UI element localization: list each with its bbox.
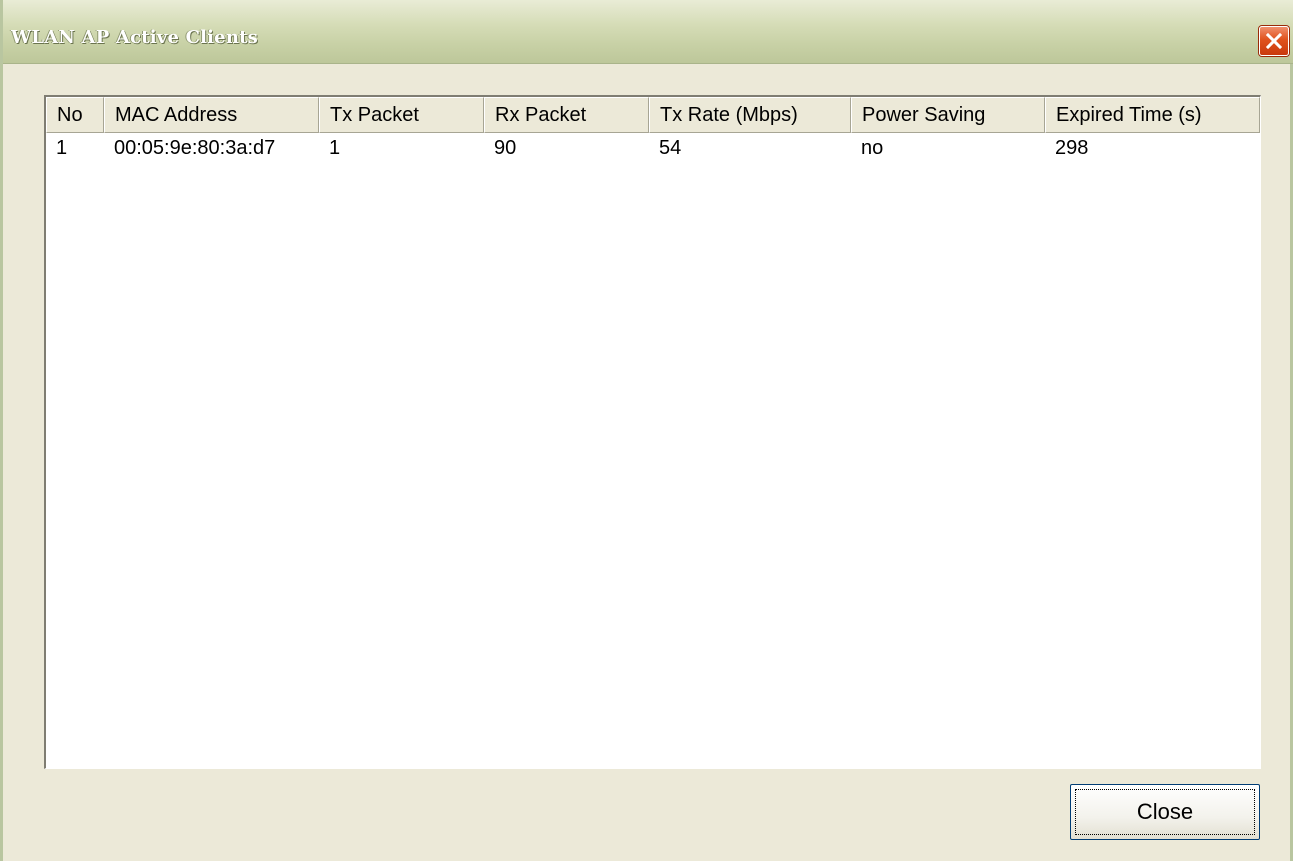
column-header-expired-time[interactable]: Expired Time (s)	[1045, 97, 1260, 133]
cell-rx-packet: 90	[494, 137, 517, 159]
table-row[interactable]: 1 00:05:9e:80:3a:d7 1 90 54 no 298	[46, 135, 1260, 165]
cell-mac-address: 00:05:9e:80:3a:d7	[114, 137, 276, 159]
cell-power-saving: no	[861, 137, 884, 159]
close-button-label: Close	[1075, 789, 1255, 835]
close-x-glyph	[1266, 33, 1282, 49]
cell-tx-rate: 54	[659, 137, 682, 159]
column-header-tx-rate[interactable]: Tx Rate (Mbps)	[649, 97, 851, 133]
cell-expired-time: 298	[1055, 137, 1089, 159]
cell-tx-packet: 1	[329, 137, 341, 159]
column-header-no[interactable]: No	[46, 97, 104, 133]
column-header-mac-address[interactable]: MAC Address	[104, 97, 319, 133]
column-header-power-saving[interactable]: Power Saving	[851, 97, 1045, 133]
column-header-rx-packet[interactable]: Rx Packet	[484, 97, 649, 133]
column-header-tx-packet[interactable]: Tx Packet	[319, 97, 484, 133]
close-button[interactable]: Close	[1070, 784, 1260, 840]
list-header: No MAC Address Tx Packet Rx Packet Tx Ra…	[46, 97, 1260, 133]
title-bar[interactable]: WLAN AP Active Clients	[3, 0, 1293, 64]
clients-list[interactable]: No MAC Address Tx Packet Rx Packet Tx Ra…	[44, 95, 1261, 769]
window-title: WLAN AP Active Clients	[11, 27, 258, 48]
dialog-window: WLAN AP Active Clients No MAC Address Tx…	[0, 0, 1293, 861]
cell-no: 1	[56, 137, 68, 159]
close-x-icon[interactable]	[1259, 26, 1289, 56]
